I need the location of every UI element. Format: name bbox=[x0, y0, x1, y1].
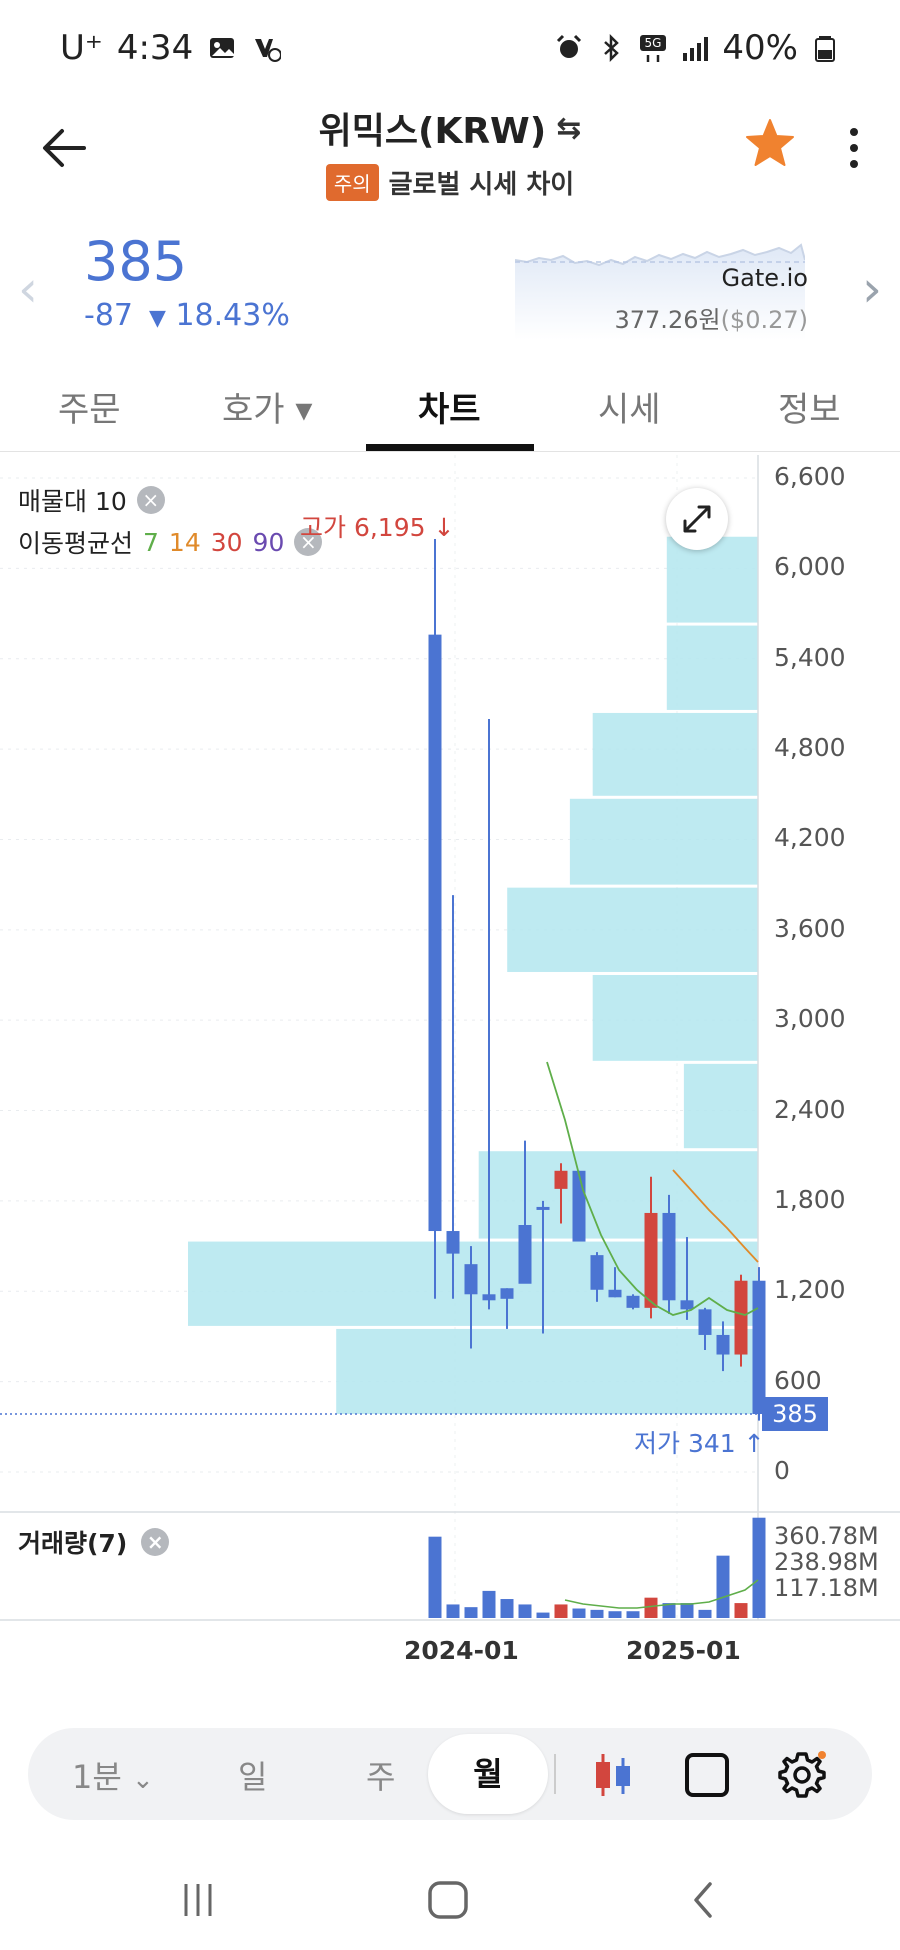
volume-profile-bar bbox=[666, 625, 758, 710]
volume-profile-legend: 매물대 10 × bbox=[18, 482, 165, 518]
high-price-text: 고가 6,195 bbox=[300, 513, 426, 542]
interval-week[interactable]: 주 bbox=[366, 1752, 395, 1798]
home-icon[interactable] bbox=[426, 1880, 470, 1920]
candle-body bbox=[716, 1334, 730, 1355]
volume-profile-bar bbox=[507, 887, 758, 972]
volume-bar bbox=[428, 1536, 442, 1618]
y-tick-label: 6,000 bbox=[774, 552, 846, 582]
volume-tick-label: 238.98M bbox=[774, 1548, 879, 1576]
volume-bar bbox=[464, 1607, 478, 1618]
fullscreen-expand-icon[interactable] bbox=[666, 488, 728, 550]
volume-profile-label: 매물대 10 bbox=[18, 487, 127, 516]
ma-90-label: 90 bbox=[252, 527, 285, 557]
volume-bar bbox=[518, 1604, 532, 1618]
candle-body bbox=[554, 1170, 568, 1189]
x-tick-label: 2024-01 bbox=[404, 1636, 519, 1665]
current-price-tag: 385 bbox=[762, 1397, 828, 1431]
candle-body bbox=[428, 634, 442, 1232]
volume-bar bbox=[482, 1590, 496, 1618]
volume-profile-bar bbox=[336, 1328, 758, 1415]
volume-bar bbox=[500, 1599, 514, 1618]
volume-profile-bar bbox=[592, 975, 758, 1061]
volume-bar bbox=[752, 1517, 766, 1618]
candle-body bbox=[536, 1206, 550, 1210]
ma-30-label: 30 bbox=[210, 527, 243, 557]
x-tick-label: 2025-01 bbox=[626, 1636, 741, 1665]
volume-bar bbox=[716, 1555, 730, 1618]
interval-day[interactable]: 일 bbox=[238, 1752, 267, 1798]
volume-profile-bar bbox=[666, 536, 758, 623]
ma-14-label: 14 bbox=[168, 527, 201, 557]
y-tick-label: 1,800 bbox=[774, 1184, 846, 1214]
volume-bar bbox=[734, 1603, 748, 1618]
volume-bar bbox=[698, 1609, 712, 1618]
down-arrow-icon: ↓ bbox=[433, 513, 455, 542]
y-tick-label: 6,600 bbox=[774, 462, 846, 491]
y-tick-label: 3,000 bbox=[774, 1004, 846, 1034]
y-tick-label: 3,600 bbox=[774, 913, 846, 943]
interval-divider bbox=[554, 1754, 556, 1794]
y-tick-label: 2,400 bbox=[774, 1094, 846, 1124]
volume-bar bbox=[680, 1603, 694, 1618]
recent-apps-icon[interactable] bbox=[178, 1880, 218, 1920]
volume-tick-label: 360.78M bbox=[774, 1522, 879, 1550]
up-arrow-icon: ↑ bbox=[743, 1429, 765, 1458]
moving-average-label: 이동평균선 bbox=[18, 529, 134, 558]
y-tick-label: 4,200 bbox=[774, 823, 846, 853]
candle-body bbox=[752, 1280, 766, 1415]
candle-body bbox=[734, 1280, 748, 1355]
candle-body bbox=[680, 1300, 694, 1310]
y-tick-label: 0 bbox=[774, 1456, 790, 1485]
y-tick-label: 600 bbox=[774, 1365, 822, 1395]
volume-tick-label: 117.18M bbox=[774, 1574, 879, 1602]
y-tick-label: 4,800 bbox=[774, 733, 846, 763]
interval-minute-dropdown[interactable]: 1분 ⌄ bbox=[72, 1752, 154, 1798]
volume-bar bbox=[554, 1604, 568, 1618]
volume-legend: 거래량(7) × bbox=[18, 1524, 170, 1560]
candle-body bbox=[464, 1264, 478, 1295]
candle-body bbox=[644, 1212, 658, 1308]
interval-selector: 1분 ⌄ 일 주 월 bbox=[28, 1728, 872, 1820]
volume-profile-bar bbox=[683, 1063, 758, 1149]
back-nav-icon[interactable] bbox=[684, 1880, 724, 1920]
high-price-annotation: 고가 6,195 ↓ bbox=[300, 508, 454, 544]
settings-gear-icon[interactable] bbox=[774, 1748, 830, 1804]
candle-body bbox=[590, 1255, 604, 1290]
candle-body bbox=[572, 1170, 586, 1242]
chevron-down-icon: ⌄ bbox=[131, 1765, 154, 1795]
y-tick-label: 5,400 bbox=[774, 642, 846, 672]
system-nav-bar bbox=[0, 1850, 900, 1950]
candle-body bbox=[626, 1295, 640, 1308]
ma-7-label: 7 bbox=[143, 527, 159, 557]
candle-body bbox=[446, 1231, 460, 1254]
volume-profile-bar bbox=[592, 712, 758, 796]
moving-average-legend: 이동평균선 7 14 30 90 × bbox=[18, 524, 323, 560]
volume-bar bbox=[626, 1611, 640, 1618]
candlestick-type-icon[interactable] bbox=[588, 1750, 638, 1800]
drawing-tool-icon[interactable] bbox=[682, 1750, 732, 1800]
candle-body bbox=[608, 1289, 622, 1298]
volume-bar bbox=[572, 1608, 586, 1618]
candle-body bbox=[662, 1212, 676, 1301]
low-price-annotation: 저가 341 ↑ bbox=[634, 1424, 765, 1460]
interval-minute-label: 1분 bbox=[72, 1758, 122, 1796]
volume-bar bbox=[536, 1612, 550, 1618]
volume-bar bbox=[446, 1604, 460, 1618]
interval-month-label: 월 bbox=[473, 1755, 503, 1793]
candle-body bbox=[698, 1309, 712, 1335]
remove-volume-close-icon[interactable]: × bbox=[141, 1528, 170, 1556]
y-tick-label: 1,200 bbox=[774, 1275, 846, 1305]
volume-profile-bar bbox=[569, 798, 758, 885]
interval-month[interactable]: 월 bbox=[428, 1734, 548, 1814]
candle-body bbox=[482, 1294, 496, 1301]
volume-bar bbox=[608, 1611, 622, 1618]
volume-bar bbox=[644, 1597, 658, 1618]
low-price-text: 저가 341 bbox=[634, 1429, 736, 1458]
volume-bar bbox=[590, 1609, 604, 1618]
volume-label: 거래량(7) bbox=[18, 1529, 128, 1558]
candle-body bbox=[500, 1288, 514, 1299]
candle-body bbox=[518, 1225, 532, 1284]
remove-volume-profile-close-icon[interactable]: × bbox=[136, 486, 165, 514]
